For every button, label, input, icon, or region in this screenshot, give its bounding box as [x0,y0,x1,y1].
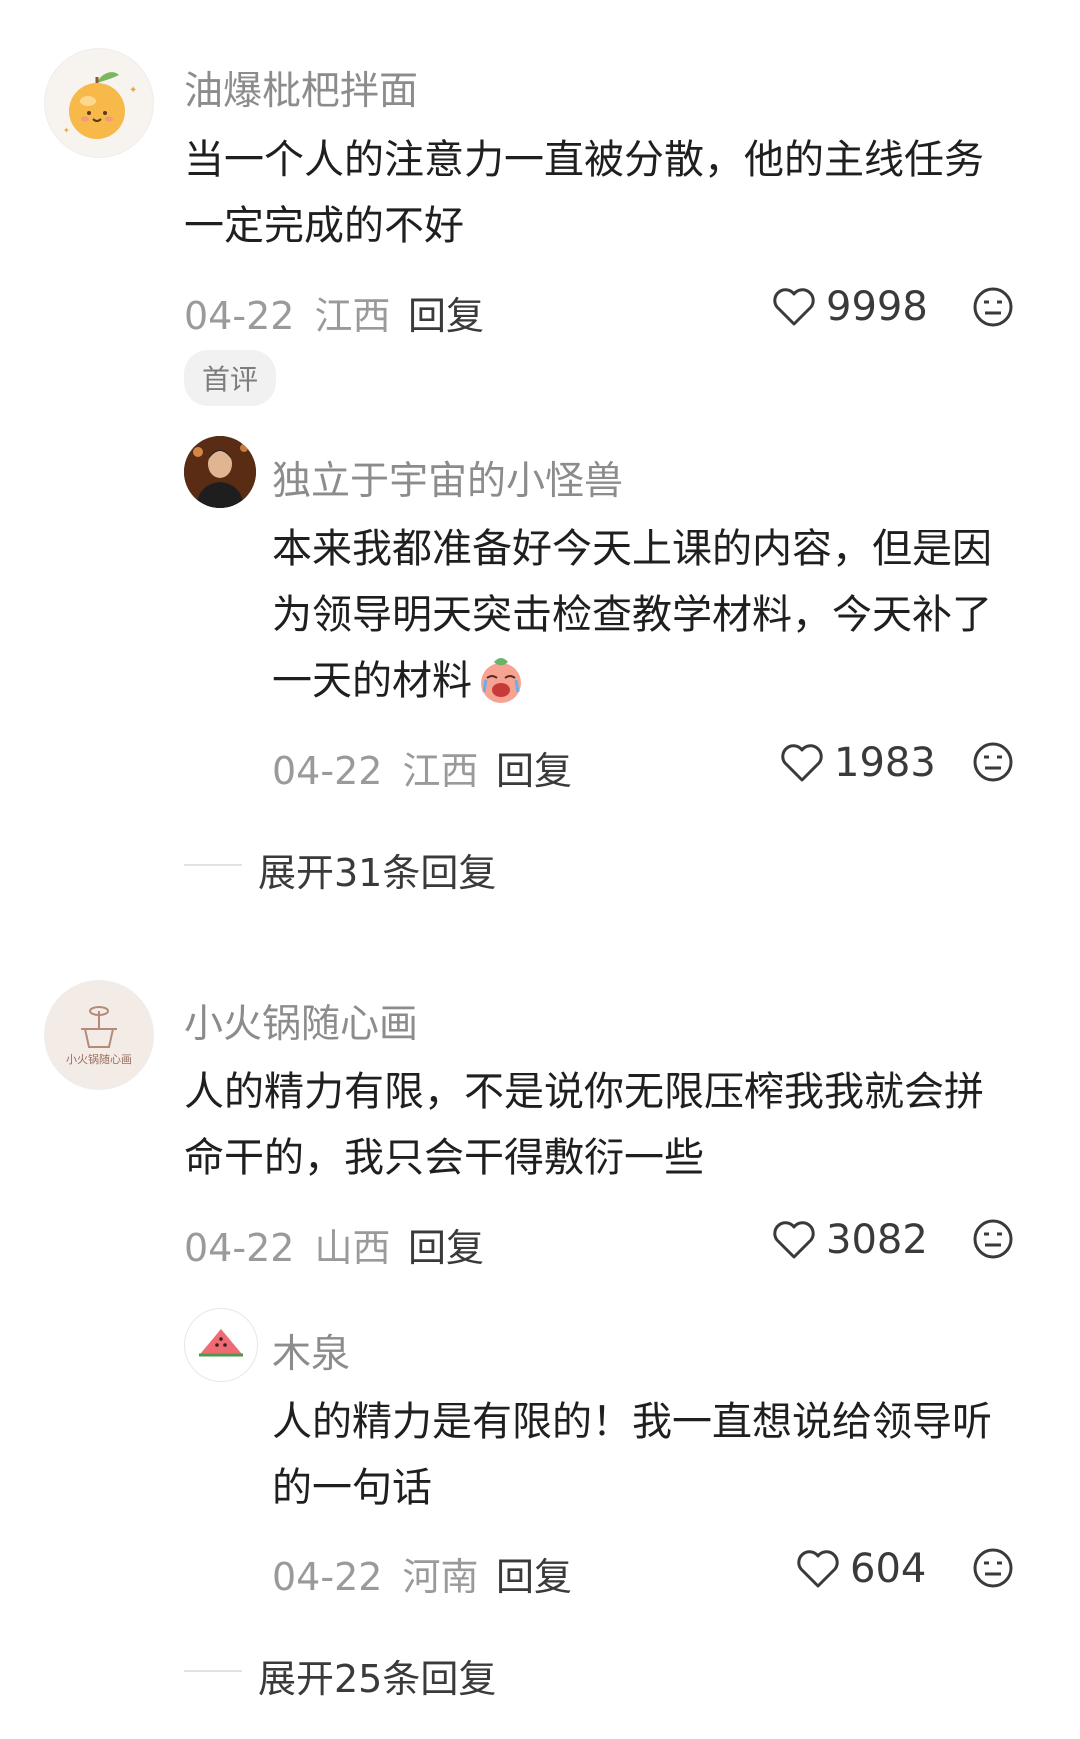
svg-text:✦: ✦ [129,85,137,96]
portrait-photo-icon [184,436,256,508]
location-text: 河南 [402,1555,479,1599]
comment-text-line: 人的精力有限，不是说你无限压榨我我就会拼 [184,1069,984,1115]
meh-face-icon [973,742,1013,782]
comment-date: 04-22 山西 [184,1217,391,1272]
dislike-button[interactable] [972,1218,1014,1264]
reply-text-line: 人的精力是有限的！我一直想说给领导听 [272,1399,992,1445]
crying-face-sticker-icon [481,658,521,703]
reply-button[interactable]: 回复 [408,1217,484,1272]
comment-text-line: 当一个人的注意力一直被分散，他的主线任务 [184,137,984,183]
reply-avatar[interactable] [184,1308,258,1382]
reply-text-line: 本来我都准备好今天上课的内容，但是因 [272,526,992,572]
date-text: 04-22 [272,1555,383,1599]
dislike-button[interactable] [972,741,1014,787]
reply-author[interactable]: 木泉 [272,1323,350,1379]
location-text: 江西 [314,294,391,338]
reply-text: 本来我都准备好今天上课的内容，但是因 为领导明天突击检查教学材料，今天补了 一天… [272,516,1062,714]
location-text: 山西 [314,1226,391,1270]
expand-replies-button[interactable]: 展开31条回复 [258,842,496,897]
comment-text-line: 命干的，我只会干得敷衍一些 [184,1135,704,1181]
like-count: 9998 [826,284,928,330]
heart-outline-icon [773,288,815,326]
like-button[interactable]: 604 [796,1546,926,1592]
reply-avatar[interactable] [184,436,256,508]
location-text: 江西 [402,749,479,793]
reply-text-line: 为领导明天突击检查教学材料，今天补了 [272,592,992,638]
dislike-button[interactable] [972,1547,1014,1593]
watermelon-icon [199,1329,243,1357]
comment-date: 04-22 江西 [184,285,391,340]
meh-face-icon [973,1548,1013,1588]
heart-outline-icon [797,1550,839,1588]
avatar-caption: 小火锅随心画 [66,1052,132,1066]
date-text: 04-22 [184,1226,295,1270]
reply-text: 人的精力是有限的！我一直想说给领导听 的一句话 [272,1389,1062,1521]
avatar[interactable]: 小火锅随心画 [44,980,154,1090]
meh-face-icon [973,1219,1013,1259]
date-text: 04-22 [184,294,295,338]
like-button[interactable]: 1983 [780,740,936,786]
reply-author[interactable]: 独立于宇宙的小怪兽 [272,450,623,506]
reply-date: 04-22 河南 [272,1546,479,1601]
dislike-button[interactable] [972,286,1014,332]
expand-replies-button[interactable]: 展开25条回复 [258,1648,496,1703]
meh-face-icon [973,287,1013,327]
reply-text-line: 的一句话 [272,1465,432,1511]
reply-button[interactable]: 回复 [496,740,572,795]
like-button[interactable]: 9998 [772,284,928,330]
reply-date: 04-22 江西 [272,740,479,795]
expand-divider [184,864,242,866]
comment-author[interactable]: 小火锅随心画 [184,993,418,1049]
hotpot-drawing-icon: 小火锅随心画 [66,1006,132,1066]
first-comment-badge: 首评 [184,350,277,406]
comment-text-line: 一定完成的不好 [184,203,464,249]
avatar[interactable]: ✦ ✦ [44,48,154,158]
like-button[interactable]: 3082 [772,1217,928,1263]
comment-text: 当一个人的注意力一直被分散，他的主线任务 一定完成的不好 [184,127,1064,259]
svg-text:✦: ✦ [63,126,70,135]
reply-button[interactable]: 回复 [496,1546,572,1601]
orange-fruit-icon: ✦ ✦ [63,72,137,139]
heart-outline-icon [781,744,823,782]
date-text: 04-22 [272,749,383,793]
reply-text-tail: 一天的材料 [272,658,472,704]
like-count: 3082 [826,1217,928,1263]
comment-text: 人的精力有限，不是说你无限压榨我我就会拼 命干的，我只会干得敷衍一些 [184,1059,1064,1191]
reply-text-line: 一天的材料 [272,648,1062,714]
expand-divider [184,1670,242,1672]
reply-button[interactable]: 回复 [408,285,484,340]
like-count: 1983 [834,740,936,786]
heart-outline-icon [773,1221,815,1259]
like-count: 604 [850,1546,927,1592]
comment-author[interactable]: 油爆枇杷拌面 [184,60,418,116]
